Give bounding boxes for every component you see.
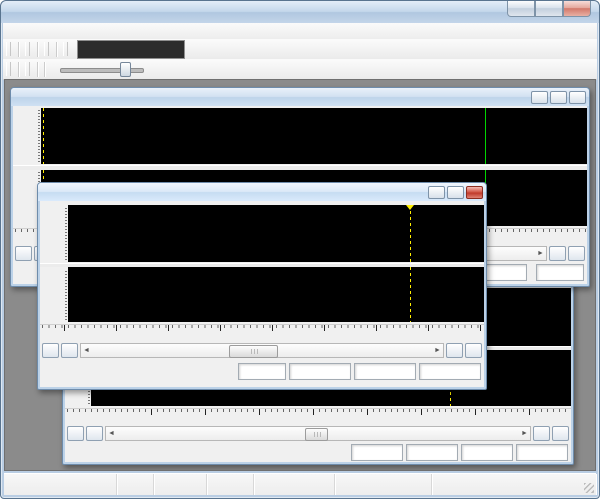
zoom-out-button[interactable]	[86, 426, 103, 441]
main-window: ◄ ►	[0, 0, 600, 499]
toolbar-grip[interactable]	[25, 42, 30, 56]
resize-grip[interactable]	[584, 483, 594, 493]
doc3-scroll-row: ◄ ►	[67, 425, 569, 441]
document-icon	[41, 185, 55, 199]
zoom-out-button[interactable]	[61, 343, 78, 358]
doc3-scrollbar[interactable]: ◄ ►	[105, 426, 531, 441]
doc2-scroll-row: ◄ ►	[42, 342, 482, 358]
toolbar-separator	[18, 62, 19, 77]
minimize-button[interactable]	[507, 1, 535, 17]
scroll-right-arrow[interactable]: ►	[519, 427, 530, 440]
status-bitdepth	[207, 474, 254, 495]
doc2-maximize-button[interactable]	[447, 186, 464, 199]
doc1-minimize-button[interactable]	[531, 91, 548, 104]
selection-start-field	[461, 444, 513, 461]
vertical-zoom-in-button[interactable]	[549, 246, 566, 261]
selection-cursor	[410, 267, 411, 322]
doc2-close-button[interactable]	[466, 186, 483, 199]
app-icon	[9, 4, 25, 20]
zoom-ratio-field	[238, 363, 286, 380]
selection-end-field	[516, 444, 568, 461]
volume-slider[interactable]	[58, 61, 146, 77]
toolbar-separator	[44, 62, 45, 77]
playhead	[485, 108, 486, 164]
status-format	[4, 474, 117, 495]
toolbar-separator	[37, 42, 38, 57]
status-spare	[254, 474, 335, 495]
selection-end-field	[536, 264, 584, 281]
mdi-workspace: ◄ ►	[4, 79, 596, 471]
scroll-left-arrow[interactable]: ◄	[81, 344, 92, 357]
vertical-zoom-in-button[interactable]	[533, 426, 550, 441]
amplitude-scale	[40, 267, 68, 322]
selection-start-field	[354, 363, 416, 380]
selection-cursor	[410, 205, 411, 262]
edit-cursor	[43, 108, 44, 164]
doc2-scrollbar[interactable]: ◄ ►	[80, 343, 444, 358]
waveform-canvas[interactable]	[41, 108, 587, 164]
toolbar-grip[interactable]	[6, 42, 11, 56]
status-extra	[432, 474, 596, 495]
doc2-transport-row	[42, 362, 481, 381]
maximize-button[interactable]	[535, 1, 563, 17]
status-samplerate	[154, 474, 207, 495]
scroll-thumb[interactable]	[229, 345, 278, 358]
doc2-channel-left[interactable]	[40, 205, 484, 262]
zoom-in-button[interactable]	[67, 426, 84, 441]
position-field	[289, 363, 351, 380]
doc1-close-button[interactable]	[569, 91, 586, 104]
doc2-channel-right[interactable]	[40, 267, 484, 322]
waveform-canvas[interactable]	[68, 267, 484, 322]
selection-marker	[406, 205, 414, 210]
doc2-title-bar[interactable]	[38, 183, 486, 201]
scroll-left-arrow[interactable]: ◄	[106, 427, 117, 440]
document-window-untitled[interactable]: ◄ ►	[37, 182, 487, 390]
scroll-thumb[interactable]	[305, 428, 328, 441]
vertical-zoom-out-button[interactable]	[552, 426, 569, 441]
status-channels	[117, 474, 154, 495]
position-field	[406, 444, 458, 461]
zoom-ratio-field	[351, 444, 403, 461]
doc2-timeline[interactable]	[40, 324, 484, 341]
toolbar-grip[interactable]	[25, 62, 30, 76]
scroll-right-arrow[interactable]: ►	[535, 247, 546, 260]
status-position	[335, 474, 432, 495]
vertical-zoom-out-button[interactable]	[465, 343, 482, 358]
title-bar[interactable]	[1, 1, 599, 23]
toolbar-separator	[37, 62, 38, 77]
volume-slider-thumb[interactable]	[120, 62, 131, 77]
volume-slider-track	[60, 68, 144, 73]
toolbar-separator	[56, 42, 57, 57]
status-bar	[4, 473, 596, 495]
doc3-timeline[interactable]	[65, 408, 571, 424]
selection-end-field	[419, 363, 481, 380]
doc3-transport-row	[67, 443, 568, 462]
doc1-channel-left[interactable]	[13, 108, 587, 164]
amplitude-scale	[40, 205, 68, 262]
document-icon	[14, 90, 28, 104]
toolbar-main	[3, 39, 597, 60]
amplitude-scale	[13, 108, 41, 164]
scroll-right-arrow[interactable]: ►	[432, 344, 443, 357]
menu-bar	[3, 23, 597, 40]
close-button[interactable]	[563, 1, 591, 17]
doc1-title-bar[interactable]	[11, 88, 589, 106]
toolbar-edit-transport	[3, 59, 597, 80]
zoom-in-button[interactable]	[15, 246, 32, 261]
level-meter	[77, 40, 185, 59]
vertical-zoom-out-button[interactable]	[568, 246, 585, 261]
doc2-minimize-button[interactable]	[428, 186, 445, 199]
vertical-zoom-in-button[interactable]	[446, 343, 463, 358]
toolbar-separator	[18, 42, 19, 57]
doc1-maximize-button[interactable]	[550, 91, 567, 104]
toolbar-grip[interactable]	[44, 42, 49, 56]
toolbar-grip[interactable]	[6, 62, 11, 76]
toolbar-grip[interactable]	[63, 42, 68, 56]
zoom-in-button[interactable]	[42, 343, 59, 358]
waveform-canvas[interactable]	[68, 205, 484, 262]
